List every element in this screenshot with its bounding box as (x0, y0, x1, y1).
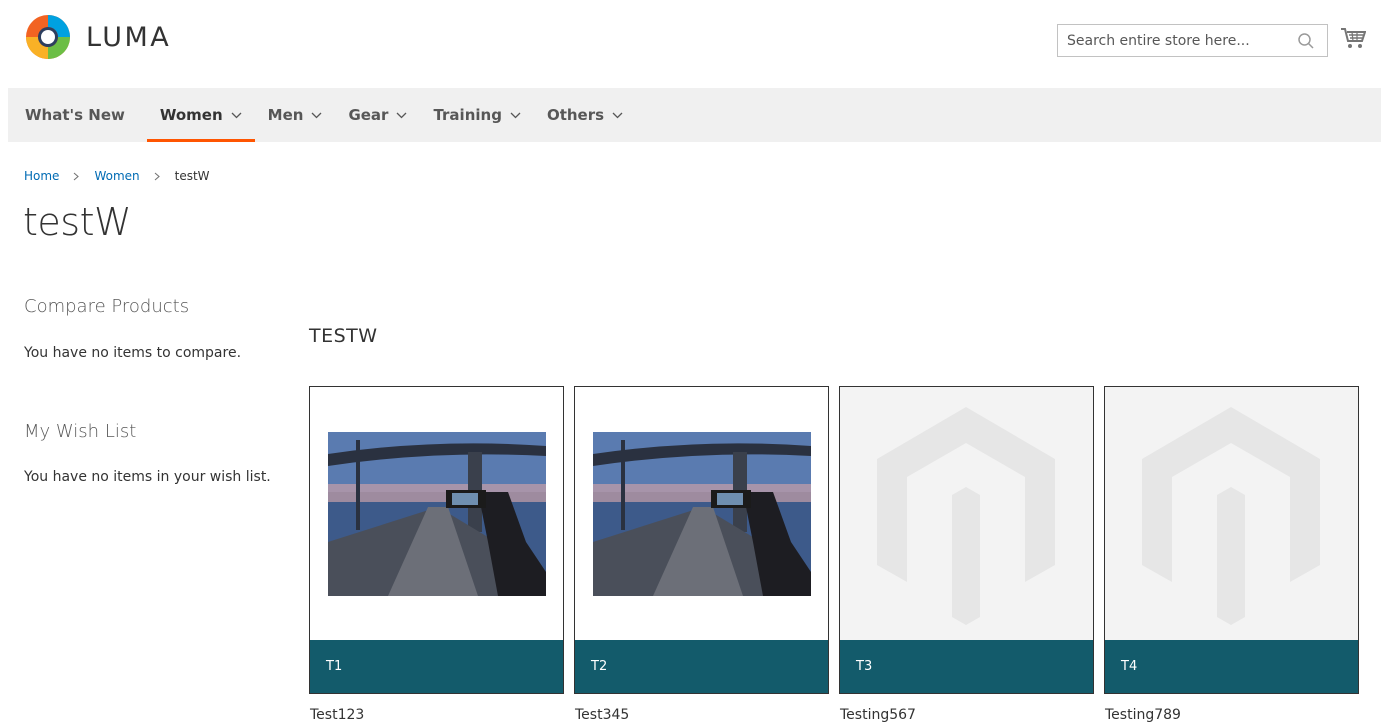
nav-item-men[interactable]: Men (255, 88, 336, 142)
chevron-down-icon (396, 112, 407, 118)
nav-item-label: What's New (25, 106, 125, 124)
nav-item-training[interactable]: Training (420, 88, 533, 142)
product-photo (575, 387, 828, 640)
product-label: T1 (310, 640, 563, 693)
search-input[interactable] (1058, 25, 1288, 56)
nav-item-women[interactable]: Women (146, 88, 255, 142)
product-photo (310, 387, 563, 640)
cart-icon[interactable] (1340, 26, 1366, 50)
breadcrumb-home[interactable]: Home (24, 169, 59, 183)
product-label: T4 (1105, 640, 1358, 693)
placeholder-image-icon (840, 387, 1093, 640)
chevron-down-icon (231, 112, 242, 118)
chevron-down-icon (612, 112, 623, 118)
main-navigation: What's New Women Men Gear Training Other… (8, 88, 1381, 142)
luma-logo-icon (26, 15, 70, 59)
compare-products-empty-text: You have no items to compare. (24, 345, 242, 361)
breadcrumb: Home Women testW (24, 169, 210, 183)
product-label: T3 (840, 640, 1093, 693)
section-title: TESTW (309, 325, 378, 347)
wishlist-title: My Wish List (24, 421, 137, 442)
chevron-down-icon (510, 112, 521, 118)
product-name-link[interactable]: Test345 (575, 707, 629, 723)
nav-item-whats-new[interactable]: What's New (8, 88, 147, 142)
nav-item-label: Women (159, 106, 223, 124)
search-icon[interactable] (1297, 32, 1315, 50)
chevron-down-icon (311, 112, 322, 118)
product-card[interactable]: T3 (839, 386, 1094, 694)
nav-item-label: Gear (348, 106, 389, 124)
nav-item-label: Others (546, 106, 605, 124)
nav-item-gear[interactable]: Gear (335, 88, 420, 142)
store-logo[interactable]: LUMA (24, 12, 171, 62)
product-card[interactable]: T4 (1104, 386, 1359, 694)
nav-item-label: Men (267, 106, 304, 124)
page-title: testW (23, 200, 132, 244)
product-name-link[interactable]: Test123 (310, 707, 364, 723)
breadcrumb-women[interactable]: Women (94, 169, 139, 183)
page-header: LUMA (0, 0, 1384, 88)
nav-item-others[interactable]: Others (534, 88, 636, 142)
breadcrumb-current: testW (174, 169, 210, 183)
logo-text: LUMA (86, 21, 172, 53)
product-card[interactable]: T1 (309, 386, 564, 694)
compare-products-title: Compare Products (24, 296, 190, 317)
wishlist-empty-text: You have no items in your wish list. (24, 469, 271, 485)
product-name-link[interactable]: Testing567 (840, 707, 916, 723)
chevron-right-icon (74, 172, 80, 180)
product-name-link[interactable]: Testing789 (1105, 707, 1181, 723)
product-label: T2 (575, 640, 828, 693)
placeholder-image-icon (1105, 387, 1358, 640)
product-card[interactable]: T2 (574, 386, 829, 694)
search-box (1057, 24, 1328, 57)
nav-item-label: Training (433, 106, 502, 124)
chevron-right-icon (154, 172, 160, 180)
